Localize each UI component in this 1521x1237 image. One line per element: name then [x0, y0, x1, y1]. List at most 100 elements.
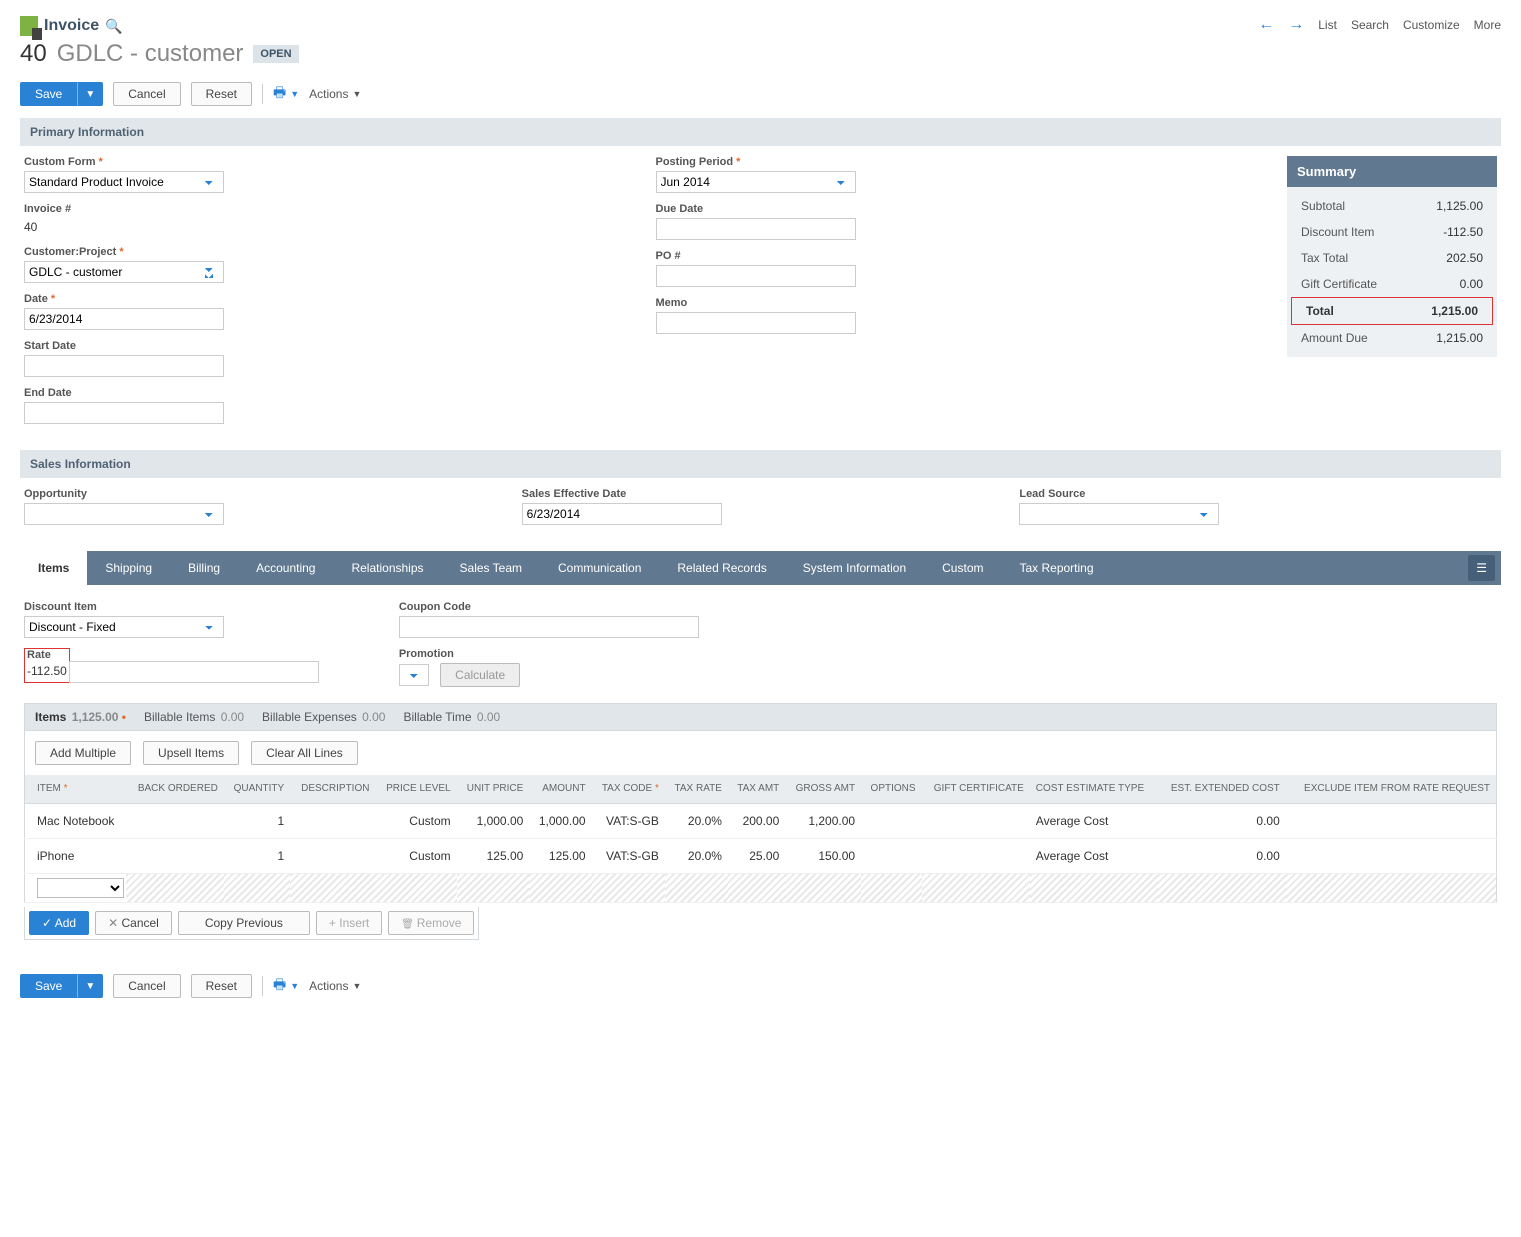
calculate-button[interactable]: Calculate — [440, 663, 520, 687]
tab-menu-icon[interactable]: ☰ — [1468, 555, 1495, 581]
start-date-input[interactable] — [24, 355, 224, 377]
tab-custom[interactable]: Custom — [924, 551, 1001, 585]
th-gross-amt[interactable]: GROSS AMT — [785, 775, 861, 804]
print-dropdown-caret-bottom[interactable]: ▼ — [290, 981, 299, 991]
actions-menu-bottom[interactable]: Actions ▼ — [309, 979, 361, 993]
table-entry-row[interactable] — [25, 874, 1497, 903]
table-row[interactable]: Mac Notebook 1 Custom 1,000.00 1,000.00 … — [25, 804, 1497, 839]
summary-total-value: 1,215.00 — [1431, 304, 1478, 318]
th-amount[interactable]: AMOUNT — [529, 775, 591, 804]
new-line-item-select[interactable] — [37, 878, 124, 898]
th-price-level[interactable]: PRICE LEVEL — [375, 775, 456, 804]
status-badge: OPEN — [253, 45, 298, 63]
nav-back-icon[interactable]: ← — [1258, 16, 1274, 34]
customer-name: GDLC - customer — [57, 40, 244, 68]
th-item[interactable]: ITEM * — [25, 775, 127, 804]
save-dropdown[interactable]: ▼ — [77, 82, 103, 106]
th-quantity[interactable]: QUANTITY — [224, 775, 290, 804]
th-exclude[interactable]: EXCLUDE ITEM FROM RATE REQUEST — [1286, 775, 1497, 804]
cancel-button-bottom[interactable]: Cancel — [113, 974, 180, 998]
th-back-ordered[interactable]: BACK ORDERED — [126, 775, 224, 804]
th-description[interactable]: DESCRIPTION — [290, 775, 375, 804]
summary-tax-label: Tax Total — [1301, 251, 1348, 265]
tab-relationships[interactable]: Relationships — [333, 551, 441, 585]
date-input[interactable] — [24, 308, 224, 330]
row-add-button[interactable]: Add — [29, 911, 89, 935]
discount-item-select[interactable]: Discount - Fixed — [24, 616, 224, 638]
lead-source-select[interactable] — [1019, 503, 1219, 525]
th-tax-code[interactable]: TAX CODE * — [592, 775, 665, 804]
nav-search[interactable]: Search — [1351, 18, 1389, 32]
row-cancel-button[interactable]: Cancel — [95, 911, 172, 935]
tab-billing[interactable]: Billing — [170, 551, 238, 585]
tab-system-information[interactable]: System Information — [785, 551, 924, 585]
tab-tax-reporting[interactable]: Tax Reporting — [1001, 551, 1111, 585]
divider — [262, 84, 263, 104]
print-icon[interactable]: 🖶 — [273, 82, 286, 106]
summary-subtotal-value: 1,125.00 — [1436, 199, 1483, 213]
th-options[interactable]: OPTIONS — [861, 775, 921, 804]
clear-all-lines-button[interactable]: Clear All Lines — [251, 741, 358, 765]
actions-label: Actions — [309, 87, 348, 101]
sales-date-label: Sales Effective Date — [522, 488, 1000, 500]
memo-input[interactable] — [656, 312, 856, 334]
summary-box: Summary Subtotal1,125.00 Discount Item-1… — [1287, 156, 1497, 434]
search-icon[interactable]: 🔍 — [105, 18, 122, 35]
coupon-code-input[interactable] — [399, 616, 699, 638]
print-dropdown-caret[interactable]: ▼ — [290, 89, 299, 99]
th-unit-price[interactable]: UNIT PRICE — [457, 775, 530, 804]
th-tax-amt[interactable]: TAX AMT — [728, 775, 785, 804]
invoice-number: 40 — [20, 40, 47, 68]
summary-subtotal-label: Subtotal — [1301, 199, 1345, 213]
nav-forward-icon[interactable]: → — [1288, 16, 1304, 34]
rate-input[interactable] — [69, 661, 319, 683]
po-input[interactable] — [656, 265, 856, 287]
top-actions: ← → List Search Customize More — [1258, 16, 1501, 34]
tab-sales-team[interactable]: Sales Team — [442, 551, 540, 585]
add-multiple-button[interactable]: Add Multiple — [35, 741, 131, 765]
save-button[interactable]: Save — [20, 82, 77, 106]
upsell-items-button[interactable]: Upsell Items — [143, 741, 239, 765]
actions-menu[interactable]: Actions ▼ — [309, 87, 361, 101]
table-row[interactable]: iPhone 1 Custom 125.00 125.00 VAT:S-GB 2… — [25, 839, 1497, 874]
reset-button-bottom[interactable]: Reset — [191, 974, 252, 998]
customer-project-select[interactable]: GDLC - customer — [24, 261, 224, 283]
invoice-icon — [20, 16, 38, 36]
subtab-billable-time[interactable]: Billable Time 0.00 — [403, 710, 500, 724]
subtab-items[interactable]: Items 1,125.00 • — [35, 710, 126, 724]
sales-date-input[interactable] — [522, 503, 722, 525]
posting-period-select[interactable]: Jun 2014 — [656, 171, 856, 193]
save-dropdown-bottom[interactable]: ▼ — [77, 974, 103, 998]
custom-form-select[interactable]: Standard Product Invoice — [24, 171, 224, 193]
end-date-input[interactable] — [24, 402, 224, 424]
opportunity-select[interactable] — [24, 503, 224, 525]
tab-related-records[interactable]: Related Records — [659, 551, 784, 585]
tab-accounting[interactable]: Accounting — [238, 551, 333, 585]
tab-communication[interactable]: Communication — [540, 551, 659, 585]
th-est-ext-cost[interactable]: EST. EXTENDED COST — [1158, 775, 1286, 804]
nav-list[interactable]: List — [1318, 18, 1337, 32]
th-cost-est-type[interactable]: COST ESTIMATE TYPE — [1030, 775, 1158, 804]
divider — [262, 976, 263, 996]
custom-form-label: Custom Form — [24, 156, 636, 168]
actions-label-bottom: Actions — [309, 979, 348, 993]
due-date-label: Due Date — [656, 203, 1268, 215]
due-date-input[interactable] — [656, 218, 856, 240]
coupon-code-label: Coupon Code — [399, 601, 699, 613]
cancel-button[interactable]: Cancel — [113, 82, 180, 106]
subtab-billable-items[interactable]: Billable Items 0.00 — [144, 710, 244, 724]
nav-more[interactable]: More — [1474, 18, 1501, 32]
tab-items[interactable]: Items — [20, 551, 87, 585]
subtab-billable-expenses[interactable]: Billable Expenses 0.00 — [262, 710, 385, 724]
tab-shipping[interactable]: Shipping — [87, 551, 170, 585]
row-insert-button[interactable]: Insert — [316, 911, 382, 935]
promotion-select[interactable] — [399, 664, 429, 686]
th-gift-cert[interactable]: GIFT CERTIFICATE — [922, 775, 1030, 804]
print-icon-bottom[interactable]: 🖶 — [273, 974, 286, 998]
reset-button[interactable]: Reset — [191, 82, 252, 106]
save-button-bottom[interactable]: Save — [20, 974, 77, 998]
nav-customize[interactable]: Customize — [1403, 18, 1460, 32]
row-copy-previous-button[interactable]: Copy Previous — [178, 911, 310, 935]
th-tax-rate[interactable]: TAX RATE — [665, 775, 728, 804]
row-remove-button[interactable]: Remove — [388, 911, 474, 935]
